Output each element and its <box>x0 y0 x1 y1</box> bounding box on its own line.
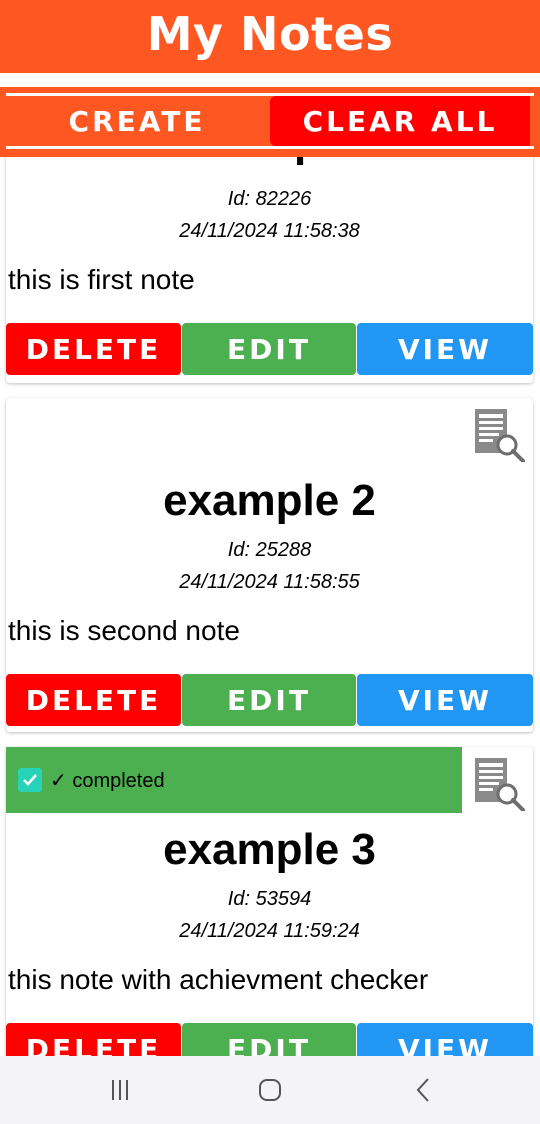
home-button[interactable] <box>240 1070 300 1110</box>
create-button[interactable]: CREATE <box>6 96 268 146</box>
edit-button[interactable]: EDIT <box>182 323 356 375</box>
back-button[interactable] <box>393 1070 453 1110</box>
note-id: Id: 53594 <box>227 888 312 910</box>
note-date: 24/11/2024 11:58:38 <box>179 220 360 242</box>
note-id: Id: 25288 <box>227 539 312 561</box>
note-body: this note with achievment checker <box>8 964 429 995</box>
action-bar: CREATE CLEAR ALL <box>0 87 540 157</box>
edit-button[interactable]: EDIT <box>182 674 356 726</box>
edit-button[interactable]: EDIT <box>182 1023 356 1056</box>
app-header: My Notes <box>0 0 540 73</box>
note-body: this is second note <box>8 615 240 646</box>
document-search-icon[interactable] <box>472 406 528 462</box>
note-title: example <box>6 157 533 167</box>
view-button[interactable]: VIEW <box>357 323 533 375</box>
note-card: example 2 Id: 25288 24/11/2024 11:58:55 … <box>6 398 533 732</box>
delete-button[interactable]: DELETE <box>6 323 181 375</box>
divider-bottom <box>6 146 534 149</box>
note-actions: DELETE EDIT VIEW <box>6 323 533 375</box>
back-icon <box>416 1078 429 1102</box>
page-title: My Notes <box>146 6 394 61</box>
delete-button[interactable]: DELETE <box>6 1023 181 1056</box>
note-card: ✓ completed example 3 Id: 53594 24/11/20… <box>6 747 533 1056</box>
note-title: example 3 <box>163 825 376 874</box>
note-date: 24/11/2024 11:58:55 <box>179 571 360 593</box>
note-body: this is first note <box>8 264 195 295</box>
note-actions: DELETE EDIT VIEW <box>6 1023 533 1056</box>
system-nav-bar <box>0 1056 540 1124</box>
home-icon <box>259 1079 281 1101</box>
completed-label: ✓ completed <box>50 769 165 792</box>
view-button[interactable]: VIEW <box>357 674 533 726</box>
header-gap <box>0 73 540 87</box>
note-title: example 2 <box>163 476 376 525</box>
recent-apps-icon <box>112 1080 128 1100</box>
notes-list[interactable]: example Id: 82226 24/11/2024 11:58:38 th… <box>0 157 540 1056</box>
completed-bar[interactable]: ✓ completed <box>6 747 462 813</box>
check-icon <box>23 774 37 786</box>
note-date: 24/11/2024 11:59:24 <box>179 920 360 942</box>
note-id: Id: 82226 <box>227 188 312 210</box>
document-search-icon[interactable] <box>472 755 528 811</box>
completed-checkbox[interactable] <box>18 768 42 792</box>
delete-button[interactable]: DELETE <box>6 674 181 726</box>
recent-apps-button[interactable] <box>90 1070 150 1110</box>
clear-all-button[interactable]: CLEAR ALL <box>270 96 530 146</box>
view-button[interactable]: VIEW <box>357 1023 533 1056</box>
note-actions: DELETE EDIT VIEW <box>6 674 533 726</box>
note-card: example Id: 82226 24/11/2024 11:58:38 th… <box>6 157 533 383</box>
